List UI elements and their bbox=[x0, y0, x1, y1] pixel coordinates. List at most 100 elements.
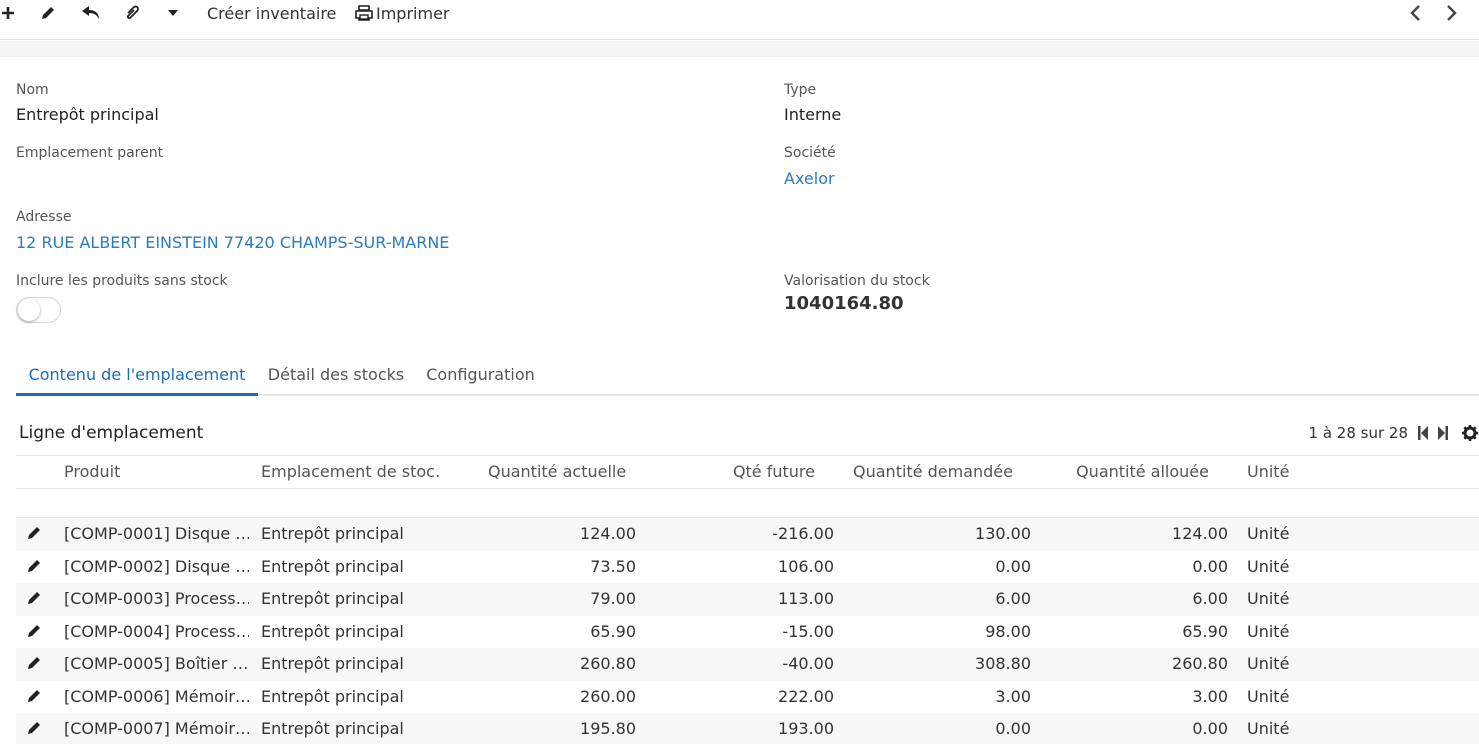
pencil-icon[interactable] bbox=[26, 623, 42, 643]
cell-stock-location: Entrepôt principal bbox=[261, 524, 404, 543]
tab-location-content[interactable]: Contenu de l'emplacement bbox=[16, 358, 258, 396]
cell-stock-location: Entrepôt principal bbox=[261, 654, 404, 673]
column-header-stock-location[interactable]: Emplacement de stoc… bbox=[261, 456, 441, 489]
cell-stock-location: Entrepôt principal bbox=[261, 719, 404, 738]
table-row[interactable]: [COMP-0003] Process… Entrepôt principal … bbox=[16, 583, 1479, 616]
cell-future-qty: -40.00 bbox=[782, 654, 834, 673]
cell-requested-qty: 0.00 bbox=[995, 719, 1031, 738]
tab-stock-details[interactable]: Détail des stocks bbox=[258, 358, 414, 396]
print-button[interactable]: Imprimer bbox=[355, 2, 450, 24]
tab-configuration[interactable]: Configuration bbox=[414, 358, 547, 396]
stock-valuation-value: 1040164.80 bbox=[784, 293, 904, 314]
pencil-icon[interactable] bbox=[26, 655, 42, 675]
cell-requested-qty: 308.80 bbox=[975, 654, 1031, 673]
type-value: Interne bbox=[784, 105, 842, 124]
cell-future-qty: 113.00 bbox=[778, 589, 834, 608]
cell-stock-location: Entrepôt principal bbox=[261, 556, 404, 576]
include-no-stock-toggle[interactable] bbox=[16, 297, 61, 323]
toggle-knob bbox=[18, 299, 40, 321]
undo-icon[interactable] bbox=[80, 2, 102, 24]
toolbar-separator bbox=[0, 41, 1479, 57]
last-page-icon[interactable] bbox=[1437, 425, 1449, 445]
cell-requested-qty: 3.00 bbox=[995, 686, 1031, 706]
cell-future-qty: -216.00 bbox=[772, 524, 834, 543]
pager-text: 1 à 28 sur 28 bbox=[1308, 424, 1408, 442]
cell-product: [COMP-0007] Mémoir… bbox=[64, 719, 249, 738]
cell-unit: Unité bbox=[1247, 686, 1290, 706]
cell-allocated-qty: 0.00 bbox=[1192, 556, 1228, 576]
table-header: Produit Emplacement de stoc… Quantité ac… bbox=[16, 455, 1479, 489]
cell-allocated-qty: 124.00 bbox=[1172, 524, 1228, 543]
pencil-icon[interactable] bbox=[26, 688, 42, 708]
cell-product: [COMP-0005] Boîtier … bbox=[64, 654, 249, 673]
column-header-current-qty[interactable]: Quantité actuelle bbox=[488, 456, 668, 489]
cell-unit: Unité bbox=[1247, 524, 1290, 543]
cell-product: [COMP-0001] Disque … bbox=[64, 524, 249, 543]
cell-product: [COMP-0006] Mémoir… bbox=[64, 686, 249, 706]
gear-icon[interactable] bbox=[1462, 425, 1478, 445]
toolbar: Créer inventaire Imprimer bbox=[0, 0, 1479, 40]
table-row[interactable]: [COMP-0004] Process… Entrepôt principal … bbox=[16, 616, 1479, 649]
cell-unit: Unité bbox=[1247, 654, 1290, 673]
table-row[interactable]: [COMP-0005] Boîtier … Entrepôt principal… bbox=[16, 648, 1479, 681]
cell-future-qty: 193.00 bbox=[778, 719, 834, 738]
tab-bar: Contenu de l'emplacement Détail des stoc… bbox=[16, 358, 1479, 396]
column-header-requested-qty[interactable]: Quantité demandée bbox=[836, 456, 1013, 489]
cell-unit: Unité bbox=[1247, 589, 1290, 608]
first-page-icon[interactable] bbox=[1417, 425, 1429, 445]
parent-location-label: Emplacement parent bbox=[16, 145, 164, 161]
type-label: Type bbox=[784, 82, 817, 98]
cell-future-qty: 222.00 bbox=[778, 686, 834, 706]
cell-product: [COMP-0004] Process… bbox=[64, 621, 249, 641]
cell-requested-qty: 6.00 bbox=[995, 589, 1031, 608]
column-header-product[interactable]: Produit bbox=[64, 456, 254, 489]
print-label: Imprimer bbox=[376, 3, 450, 23]
pencil-icon[interactable] bbox=[26, 525, 42, 545]
pencil-icon[interactable] bbox=[26, 590, 42, 610]
address-link[interactable]: 12 RUE ALBERT EINSTEIN 77420 CHAMPS-SUR-… bbox=[16, 233, 449, 252]
printer-icon bbox=[355, 5, 373, 21]
table-filter-row bbox=[16, 489, 1479, 518]
pencil-icon[interactable] bbox=[26, 558, 42, 578]
table-row[interactable]: [COMP-0001] Disque … Entrepôt principal … bbox=[16, 518, 1479, 551]
cell-requested-qty: 0.00 bbox=[995, 556, 1031, 576]
column-header-future-qty[interactable]: Qté future bbox=[656, 456, 815, 489]
cell-current-qty: 65.90 bbox=[590, 621, 636, 641]
cell-allocated-qty: 65.90 bbox=[1182, 621, 1228, 641]
table-row[interactable]: [COMP-0006] Mémoir… Entrepôt principal 2… bbox=[16, 681, 1479, 714]
cell-allocated-qty: 6.00 bbox=[1192, 589, 1228, 608]
plus-icon[interactable] bbox=[0, 2, 16, 24]
chevron-left-icon[interactable] bbox=[1406, 2, 1424, 24]
stock-valuation-label: Valorisation du stock bbox=[784, 273, 930, 289]
cell-current-qty: 73.50 bbox=[590, 556, 636, 576]
table-row[interactable]: [COMP-0007] Mémoir… Entrepôt principal 1… bbox=[16, 713, 1479, 744]
create-inventory-button[interactable]: Créer inventaire bbox=[207, 2, 336, 24]
cell-allocated-qty: 3.00 bbox=[1192, 686, 1228, 706]
panel-title: Ligne d'emplacement bbox=[19, 423, 204, 443]
name-label: Nom bbox=[16, 82, 49, 98]
address-label: Adresse bbox=[16, 209, 72, 225]
cell-stock-location: Entrepôt principal bbox=[261, 686, 404, 706]
column-header-unit[interactable]: Unité bbox=[1247, 456, 1347, 489]
cell-unit: Unité bbox=[1247, 621, 1290, 641]
caret-down-icon[interactable] bbox=[164, 2, 182, 24]
pencil-icon[interactable] bbox=[38, 2, 58, 24]
cell-allocated-qty: 260.80 bbox=[1172, 654, 1228, 673]
cell-future-qty: 106.00 bbox=[778, 556, 834, 576]
cell-requested-qty: 98.00 bbox=[985, 621, 1031, 641]
cell-product: [COMP-0002] Disque … bbox=[64, 556, 249, 576]
cell-current-qty: 124.00 bbox=[580, 524, 636, 543]
cell-stock-location: Entrepôt principal bbox=[261, 621, 404, 641]
cell-current-qty: 195.80 bbox=[580, 719, 636, 738]
cell-current-qty: 260.80 bbox=[580, 654, 636, 673]
chevron-right-icon[interactable] bbox=[1443, 2, 1461, 24]
cell-future-qty: -15.00 bbox=[782, 621, 834, 641]
cell-requested-qty: 130.00 bbox=[975, 524, 1031, 543]
cell-unit: Unité bbox=[1247, 556, 1290, 576]
cell-stock-location: Entrepôt principal bbox=[261, 589, 404, 608]
company-link[interactable]: Axelor bbox=[784, 169, 835, 188]
paperclip-icon[interactable] bbox=[122, 2, 142, 24]
table-row[interactable]: [COMP-0002] Disque … Entrepôt principal … bbox=[16, 551, 1479, 584]
pencil-icon[interactable] bbox=[26, 720, 42, 740]
column-header-allocated-qty[interactable]: Quantité allouée bbox=[1026, 456, 1209, 489]
